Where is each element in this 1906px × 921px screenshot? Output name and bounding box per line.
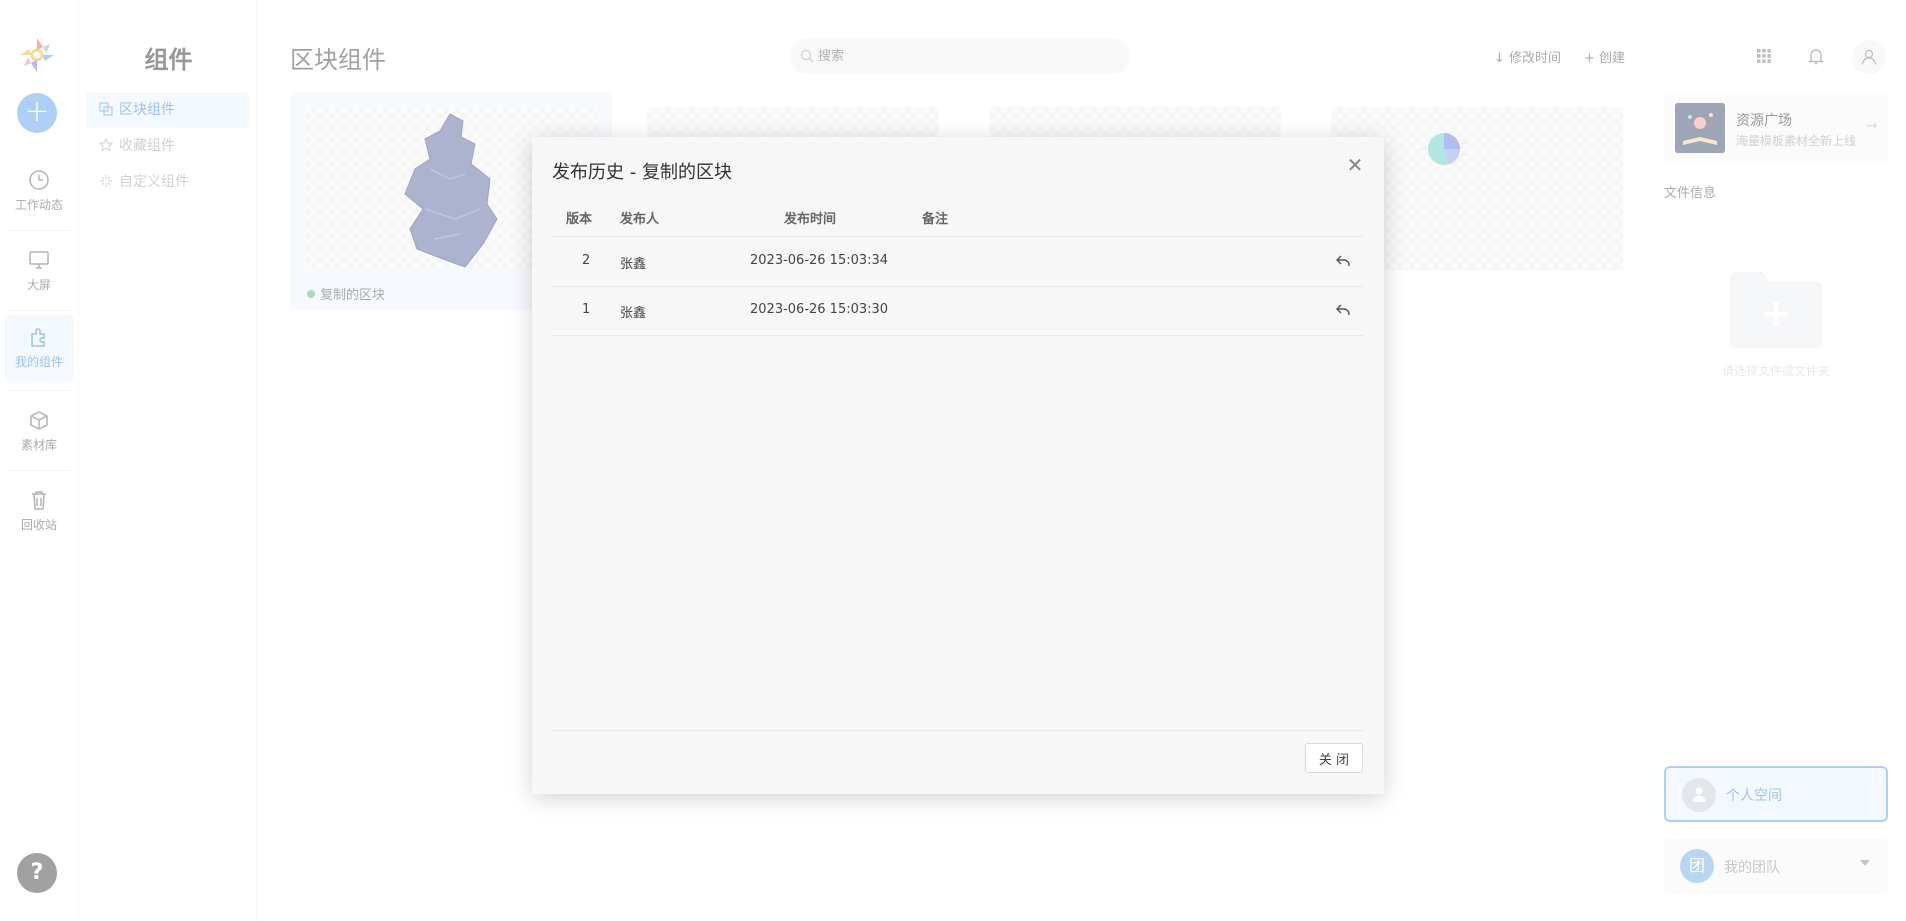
revert-icon[interactable]: [1335, 302, 1351, 318]
cell-time: 2023-06-26 15:03:34: [750, 253, 889, 268]
dialog-title: 发布历史 - 复制的区块: [552, 162, 732, 183]
cell-publisher: 张鑫: [620, 306, 647, 321]
cell-publisher: 张鑫: [620, 257, 647, 272]
cell-version: 1: [582, 302, 591, 317]
column-note: 备注: [922, 212, 949, 227]
dialog-footer-divider: [552, 730, 1364, 731]
close-icon[interactable]: ✕: [1345, 155, 1365, 175]
close-button[interactable]: 关 闭: [1305, 743, 1363, 773]
revert-icon[interactable]: [1335, 253, 1351, 269]
publish-history-dialog: 发布历史 - 复制的区块 ✕ 版本 发布人 发布时间 备注 2 张鑫 2023-…: [532, 137, 1384, 794]
table-header: 版本 发布人 发布时间 备注: [552, 197, 1364, 237]
column-time: 发布时间: [784, 212, 837, 227]
column-publisher: 发布人: [620, 212, 660, 227]
cell-version: 2: [582, 253, 591, 268]
table-row: 1 张鑫 2023-06-26 15:03:30: [552, 287, 1364, 336]
table-row: 2 张鑫 2023-06-26 15:03:34: [552, 238, 1364, 287]
cell-time: 2023-06-26 15:03:30: [750, 302, 889, 317]
column-version: 版本: [566, 212, 593, 227]
